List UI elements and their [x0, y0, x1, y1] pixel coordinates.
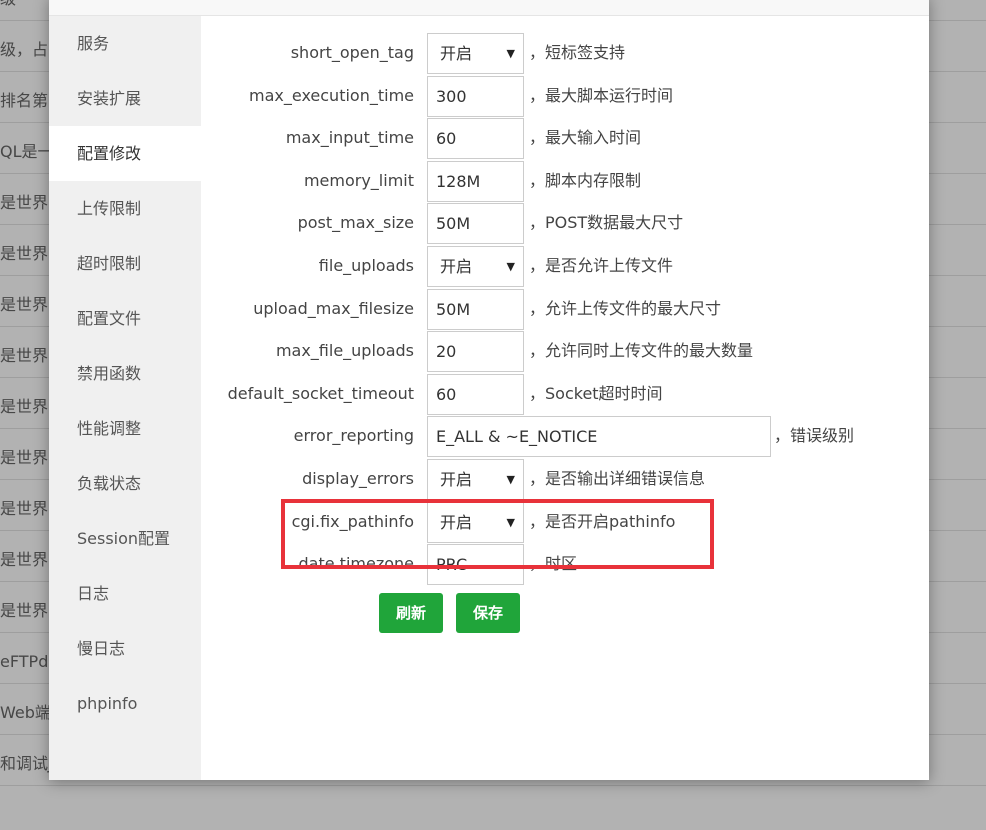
- setting-description: ，是否输出详细错误信息: [529, 469, 706, 488]
- sidebar-item-11[interactable]: 慢日志: [49, 621, 201, 676]
- setting-label: cgi.fix_pathinfo: [291, 511, 414, 531]
- setting-label: max_file_uploads: [275, 341, 414, 361]
- setting-input[interactable]: [427, 288, 524, 330]
- select-value: 开启: [440, 44, 473, 63]
- select-value: 开启: [440, 470, 473, 489]
- setting-row: file_uploads 开启 ▼ ，是否允许上传文件: [201, 245, 929, 287]
- sidebar-item-7[interactable]: 性能调整: [49, 401, 201, 456]
- setting-description: ，是否允许上传文件: [529, 256, 674, 275]
- setting-row: max_execution_time ，最大脚本运行时间: [201, 75, 929, 117]
- setting-row: date.timezone ，时区: [201, 543, 929, 586]
- modal-header: [49, 0, 929, 16]
- setting-select[interactable]: 开启 ▼: [427, 501, 524, 543]
- sidebar-item-3[interactable]: 上传限制: [49, 181, 201, 236]
- sidebar-item-9[interactable]: Session配置: [49, 511, 201, 566]
- setting-label: error_reporting: [293, 426, 414, 446]
- setting-description: ，错误级别: [774, 426, 855, 446]
- setting-input[interactable]: [427, 203, 524, 245]
- setting-row: memory_limit ，脚本内存限制: [201, 160, 929, 202]
- select-value: 开启: [440, 257, 473, 276]
- setting-label: short_open_tag: [290, 43, 414, 62]
- setting-label: max_input_time: [285, 128, 414, 148]
- setting-label: upload_max_filesize: [253, 298, 414, 318]
- sidebar-item-1[interactable]: 安装扩展: [49, 71, 201, 126]
- php-settings-modal: 服务 安装扩展 配置修改 上传限制 超时限制 配置文件 禁用函数 性能调整 负载状态 Sessio…: [49, 0, 929, 780]
- setting-description: ，脚本内存限制: [529, 170, 642, 190]
- setting-description: ，最大脚本运行时间: [529, 85, 674, 105]
- setting-input[interactable]: [427, 160, 524, 202]
- sidebar-item-8[interactable]: 负载状态: [49, 456, 201, 511]
- setting-row: error_reporting ，错误级别: [201, 415, 929, 458]
- setting-row: post_max_size ，POST数据最大尺寸: [201, 202, 929, 245]
- setting-row: default_socket_timeout ，Socket超时时间: [201, 373, 929, 415]
- setting-label: date.timezone: [298, 554, 414, 574]
- sidebar-item-12[interactable]: phpinfo: [49, 676, 201, 731]
- setting-select[interactable]: 开启 ▼: [427, 33, 524, 74]
- setting-label: display_errors: [302, 469, 414, 488]
- setting-description: ，允许同时上传文件的最大数量: [529, 341, 754, 361]
- setting-label: memory_limit: [303, 170, 414, 190]
- select-value: 开启: [440, 512, 473, 532]
- refresh-button[interactable]: 刷新: [379, 593, 443, 633]
- setting-row: max_file_uploads ，允许同时上传文件的最大数量: [201, 330, 929, 373]
- setting-description: ，时区: [529, 554, 578, 574]
- chevron-down-icon: ▼: [506, 515, 515, 529]
- sidebar-item-4[interactable]: 超时限制: [49, 236, 201, 291]
- setting-label: max_execution_time: [249, 85, 414, 105]
- sidebar-item-6[interactable]: 禁用函数: [49, 346, 201, 401]
- setting-input[interactable]: [427, 416, 771, 458]
- setting-input[interactable]: [427, 544, 524, 586]
- sidebar-item-0[interactable]: 服务: [49, 16, 201, 71]
- setting-description: ，最大输入时间: [529, 128, 642, 148]
- setting-row: display_errors 开启 ▼ ，是否输出详细错误信息: [201, 458, 929, 500]
- save-button[interactable]: 保存: [456, 593, 520, 633]
- setting-description: ，Socket超时时间: [529, 383, 663, 403]
- chevron-down-icon: ▼: [506, 47, 515, 60]
- config-form: date.timezone ，时区 cgi.fix_pathinfo 开启 ▼ ，是否开启…: [201, 16, 929, 780]
- setting-description: ，POST数据最大尺寸: [529, 213, 684, 233]
- setting-select[interactable]: 开启 ▼: [427, 459, 524, 500]
- settings-sidebar: 服务 安装扩展 配置修改 上传限制 超时限制 配置文件 禁用函数 性能调整 负载状态 Sessio…: [49, 16, 201, 780]
- setting-row: max_input_time ，最大输入时间: [201, 117, 929, 160]
- setting-description: ，是否开启pathinfo: [529, 511, 676, 531]
- sidebar-item-5[interactable]: 配置文件: [49, 291, 201, 346]
- chevron-down-icon: ▼: [506, 260, 515, 273]
- setting-description: ，允许上传文件的最大尺寸: [529, 298, 722, 318]
- setting-input[interactable]: [427, 75, 524, 117]
- setting-label: default_socket_timeout: [227, 383, 414, 403]
- setting-description: ，短标签支持: [529, 43, 626, 62]
- setting-label: post_max_size: [297, 213, 414, 233]
- sidebar-item-10[interactable]: 日志: [49, 566, 201, 621]
- setting-input[interactable]: [427, 331, 524, 373]
- setting-input[interactable]: [427, 373, 524, 415]
- setting-label: file_uploads: [318, 256, 414, 275]
- setting-row: short_open_tag 开启 ▼ ，短标签支持: [201, 32, 929, 74]
- setting-row: upload_max_filesize ，允许上传文件的最大尺寸: [201, 288, 929, 330]
- sidebar-item-2[interactable]: 配置修改: [49, 126, 201, 181]
- setting-select[interactable]: 开启 ▼: [427, 246, 524, 287]
- chevron-down-icon: ▼: [506, 473, 515, 486]
- setting-row: cgi.fix_pathinfo 开启 ▼ ，是否开启pathinfo: [201, 501, 929, 543]
- setting-input[interactable]: [427, 118, 524, 160]
